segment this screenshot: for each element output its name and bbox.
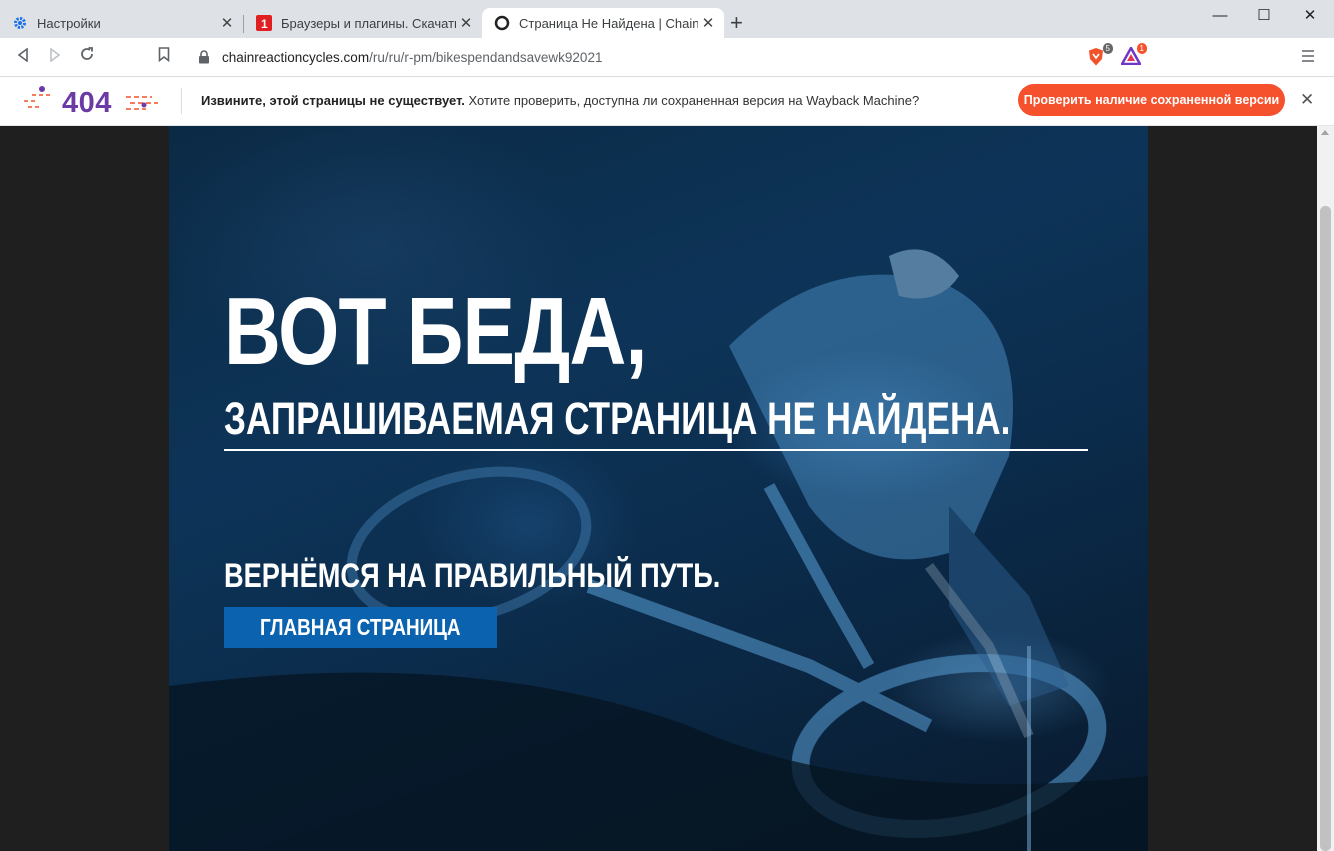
reload-button[interactable] [75, 45, 99, 69]
page-heading: ВОТ БЕДА, [224, 278, 647, 385]
scrollbar-thumb[interactable] [1320, 206, 1331, 851]
logo-404: 404 [22, 83, 162, 119]
tab-strip: Настройки ✕ 1 Браузеры и плагины. Скачат… [0, 0, 1334, 38]
hero-section: ВОТ БЕДА, ЗАПРАШИВАЕМАЯ СТРАНИЦА НЕ НАЙД… [169, 126, 1148, 851]
url-path: /ru/ru/r-pm/bikespendandsavewk92021 [369, 49, 603, 65]
address-bar[interactable]: chainreactioncycles.com/ru/ru/r-pm/bikes… [186, 43, 1076, 71]
page-scrollbar[interactable] [1317, 126, 1334, 851]
home-page-button-label: ГЛАВНАЯ СТРАНИЦА [260, 614, 461, 640]
scroll-up-arrow-icon[interactable] [1321, 130, 1329, 135]
page-subheading: ЗАПРАШИВАЕМАЯ СТРАНИЦА НЕ НАЙДЕНА. [224, 393, 1011, 444]
heading-underline [224, 449, 1088, 451]
wayback-infobar: 404 Извините, этой страницы не существуе… [0, 77, 1334, 126]
svg-text:1: 1 [261, 17, 268, 31]
rewards-count-badge: 1 [1136, 43, 1147, 54]
bookmark-icon [158, 47, 170, 63]
brave-shields-button[interactable]: 5 [1087, 43, 1113, 67]
gear-icon [12, 15, 28, 31]
tab-not-found[interactable]: Страница Не Найдена | Chain Rea ✕ [482, 8, 724, 38]
back-icon [17, 47, 28, 63]
cta-text: ВЕРНЁМСЯ НА ПРАВИЛЬНЫЙ ПУТЬ. [224, 557, 721, 595]
forward-icon [50, 47, 61, 63]
browser-toolbar: chainreactioncycles.com/ru/ru/r-pm/bikes… [0, 38, 1334, 77]
check-saved-version-button[interactable]: Проверить наличие сохраненной версии [1018, 84, 1285, 116]
maximize-button[interactable]: ☐ [1242, 4, 1286, 28]
page-viewport: ВОТ БЕДА, ЗАПРАШИВАЕМАЯ СТРАНИЦА НЕ НАЙД… [0, 126, 1317, 851]
close-infobar-icon[interactable]: ✕ [1300, 90, 1314, 110]
rewards-button[interactable]: 1 [1119, 43, 1147, 67]
reload-icon [81, 47, 93, 60]
close-window-button[interactable]: ✕ [1288, 4, 1332, 28]
home-page-button[interactable]: ГЛАВНАЯ СТРАНИЦА [224, 607, 497, 648]
tab-title: Браузеры и плагины. Скачать бе [281, 15, 456, 31]
tab-browsers[interactable]: 1 Браузеры и плагины. Скачать бе ✕ [244, 8, 482, 38]
site-red-icon: 1 [256, 15, 272, 31]
infobar-message: Извините, этой страницы не существует. Х… [201, 93, 919, 108]
tab-title: Настройки [37, 15, 101, 31]
lock-icon [198, 50, 212, 64]
tab-title: Страница Не Найдена | Chain Rea [519, 15, 698, 31]
close-icon[interactable]: ✕ [698, 14, 718, 32]
logo-404-text: 404 [62, 87, 112, 119]
shields-count-badge: 5 [1102, 43, 1113, 54]
infobar-message-text: Хотите проверить, доступна ли сохраненна… [464, 93, 920, 108]
minimize-button[interactable]: — [1198, 4, 1242, 28]
bookmark-button[interactable] [152, 45, 176, 69]
infobar-divider [181, 88, 182, 114]
close-icon[interactable]: ✕ [217, 14, 237, 32]
menu-button[interactable] [1302, 47, 1314, 68]
url-host: chainreactioncycles.com [222, 49, 370, 65]
back-button[interactable] [11, 45, 35, 69]
tab-settings[interactable]: Настройки ✕ [0, 8, 243, 38]
infobar-message-bold: Извините, этой страницы не существует. [201, 93, 465, 108]
close-icon[interactable]: ✕ [456, 14, 476, 32]
hamburger-icon [1302, 50, 1314, 62]
mountain-biker-image [169, 249, 1148, 851]
site-globe-icon [494, 15, 510, 31]
new-tab-button[interactable]: + [730, 11, 743, 35]
forward-button[interactable] [43, 45, 67, 69]
